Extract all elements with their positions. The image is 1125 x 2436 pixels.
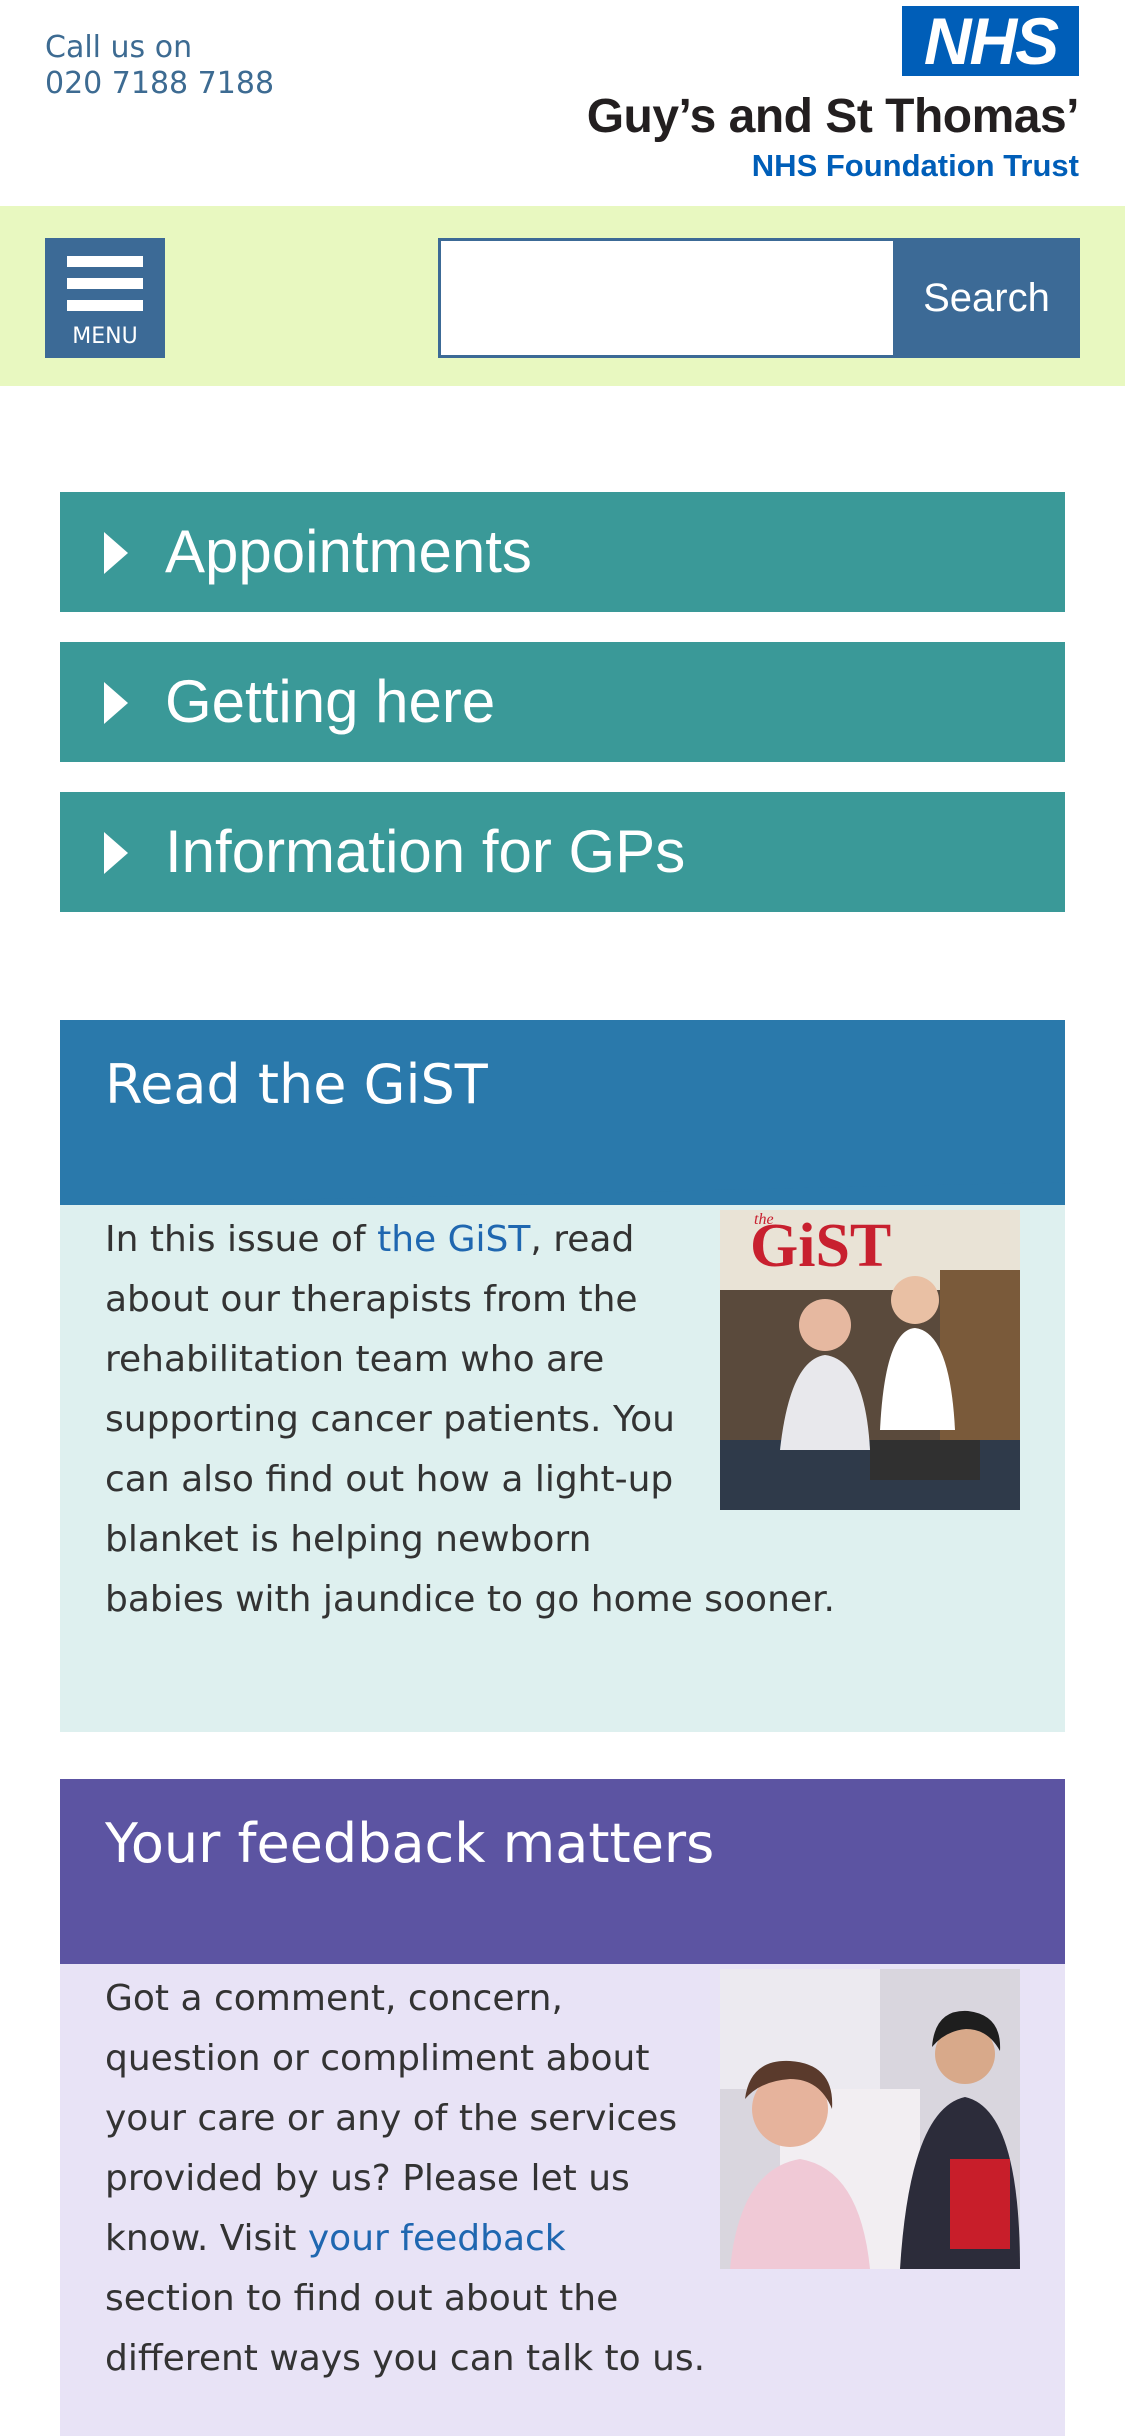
gist-text: GiST the In this issue of the GiST, read…: [105, 1210, 1020, 1630]
phone-number[interactable]: 020 7188 7188: [45, 66, 274, 102]
trust-name: Guy’s and St Thomas’: [586, 90, 1080, 143]
gist-title: Read the GiST: [105, 1053, 488, 1116]
feedback-photo[interactable]: [720, 1969, 1020, 2269]
accordion-label: Appointments: [165, 518, 532, 585]
caret-right-icon: [104, 832, 128, 874]
accordion-information-for-gps[interactable]: Information for GPs: [60, 792, 1065, 912]
feedback-link[interactable]: your feedback: [308, 2218, 566, 2259]
feedback-title: Your feedback matters: [105, 1812, 715, 1875]
gist-panel: Read the GiST GiST the In this issue of …: [60, 1020, 1065, 1732]
trust-subtitle: NHS Foundation Trust: [751, 148, 1079, 183]
gist-link[interactable]: the GiST: [377, 1219, 530, 1260]
caret-right-icon: [104, 532, 128, 574]
trust-logo[interactable]: NHS Guy’s and St Thomas’ NHS Foundation …: [519, 6, 1080, 186]
nav-bar: MENU Search: [0, 206, 1125, 386]
gist-cover-image[interactable]: GiST the: [720, 1210, 1020, 1510]
caret-right-icon: [104, 682, 128, 724]
gist-cover-the: the: [754, 1211, 774, 1228]
call-us: Call us on 020 7188 7188: [45, 30, 274, 102]
accordion-getting-here[interactable]: Getting here: [60, 642, 1065, 762]
feedback-panel: Your feedback matters Got a comment, con…: [60, 1779, 1065, 2436]
accordion-label: Information for GPs: [165, 818, 686, 885]
nhs-logo: NHS: [902, 6, 1079, 76]
feedback-text-start: Got a comment, concern, question or comp…: [105, 1978, 678, 2259]
site-header: Call us on 020 7188 7188 NHS Guy’s and S…: [0, 0, 1125, 206]
gist-text-start: In this issue of: [105, 1219, 378, 1260]
feedback-text-end: section to find out about the different …: [105, 2278, 706, 2379]
accordion-label: Getting here: [165, 668, 496, 735]
search-button[interactable]: Search: [893, 238, 1080, 358]
feedback-text: Got a comment, concern, question or comp…: [105, 1969, 1020, 2389]
menu-button[interactable]: MENU: [45, 238, 165, 358]
call-us-label: Call us on: [45, 30, 193, 65]
search-input[interactable]: [438, 238, 893, 358]
menu-label: MENU: [72, 324, 138, 349]
accordion-appointments[interactable]: Appointments: [60, 492, 1065, 612]
